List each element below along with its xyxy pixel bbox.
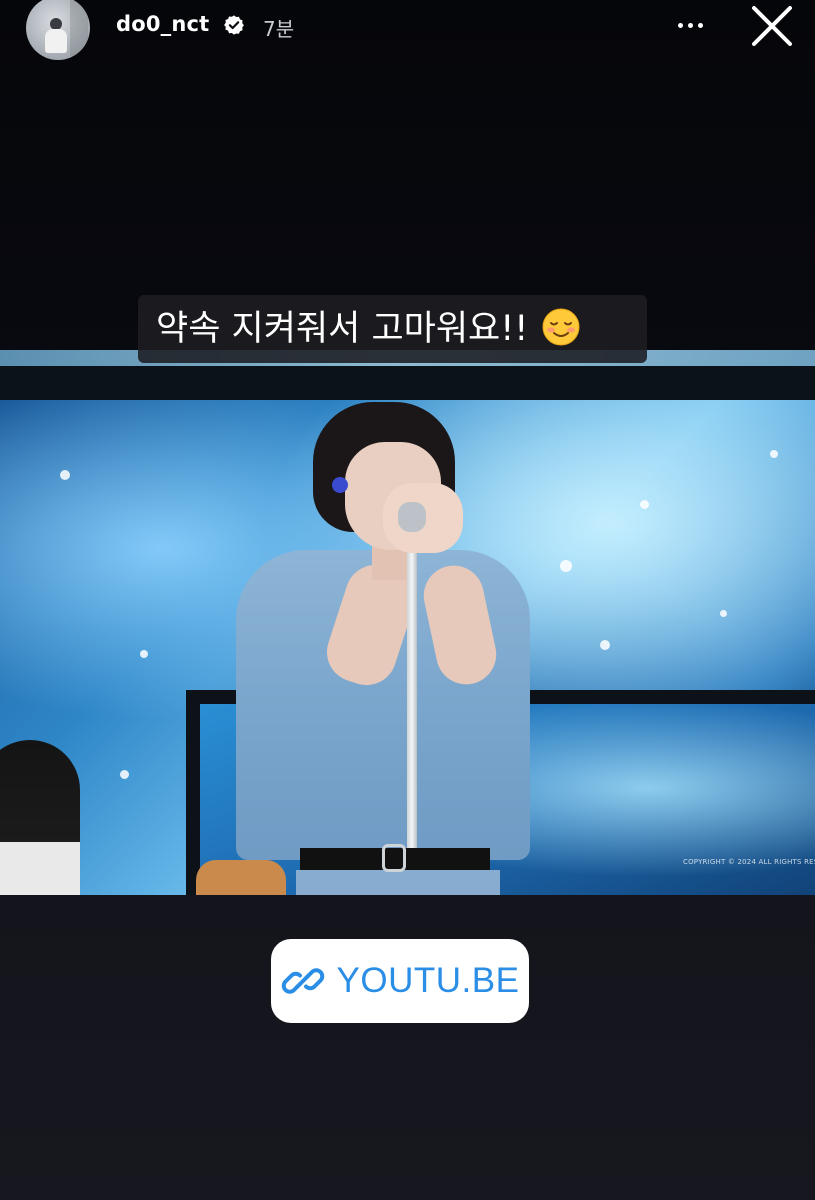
username[interactable]: do0_nct <box>116 12 209 36</box>
link-sticker-label: YOUTU.BE <box>336 961 520 1000</box>
story-media-image: COPYRIGHT © 2024 ALL RIGHTS RESERVED. S <box>0 350 815 895</box>
verified-badge-icon <box>224 15 244 35</box>
smiling-face-icon <box>542 308 580 346</box>
guitar <box>196 860 286 895</box>
story-header: do0_nct 7분 <box>0 0 815 64</box>
link-sticker[interactable]: YOUTU.BE <box>271 939 529 1023</box>
story-viewer: do0_nct 7분 COPYRIGHT © 2024 ALL RIGHTS R… <box>0 0 815 1200</box>
close-icon[interactable] <box>748 2 796 50</box>
post-timestamp: 7분 <box>263 17 295 41</box>
avatar[interactable] <box>26 0 90 60</box>
link-icon <box>281 968 324 994</box>
more-horizontal-icon <box>677 22 683 28</box>
microphone <box>398 502 426 532</box>
more-options-button[interactable] <box>668 10 712 40</box>
video-watermark: COPYRIGHT © 2024 ALL RIGHTS RESERVED. S <box>683 858 815 866</box>
in-ear-monitor <box>332 477 348 493</box>
mic-stand <box>407 520 417 895</box>
guitarist-figure <box>0 740 80 895</box>
caption-text: 약속 지켜줘서 고마워요!! <box>156 309 529 349</box>
story-caption: 약속 지켜줘서 고마워요!! <box>138 295 647 363</box>
